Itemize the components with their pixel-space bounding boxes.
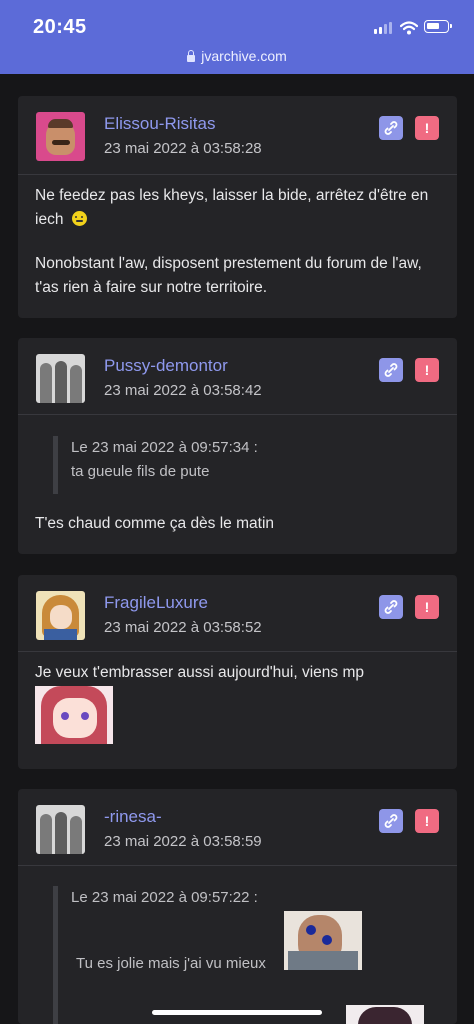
alert-icon: ! (424, 813, 430, 829)
post-body: T'es chaud comme ça dès le matin (35, 515, 275, 532)
quote-header: Le 23 mai 2022 à 09:57:34 : (71, 439, 258, 456)
permalink-button[interactable] (379, 595, 403, 619)
report-button[interactable]: ! (415, 809, 439, 833)
link-icon (384, 363, 398, 377)
report-button[interactable]: ! (415, 358, 439, 382)
permalink-button[interactable] (379, 116, 403, 140)
divider (18, 865, 457, 866)
author-name[interactable]: FragileLuxure (104, 593, 208, 613)
status-time: 20:45 (33, 16, 87, 38)
author-name[interactable]: Pussy-demontor (104, 356, 228, 376)
risitas-sticker-image[interactable] (284, 911, 362, 970)
avatar[interactable] (36, 112, 85, 161)
link-icon (384, 814, 398, 828)
message-paragraph: Ne feedez pas les kheys, laisser la bide… (35, 187, 429, 228)
link-icon (384, 121, 398, 135)
post-body: Je veux t'embrasser aussi aujourd'hui, v… (35, 664, 364, 681)
divider (18, 651, 457, 652)
divider (18, 414, 457, 415)
link-icon (384, 600, 398, 614)
post-body: Ne feedez pas les kheys, laisser la bide… (35, 184, 440, 232)
report-button[interactable]: ! (415, 116, 439, 140)
wifi-icon (400, 21, 418, 35)
post-date[interactable]: 23 mai 2022 à 03:58:59 (104, 833, 262, 850)
alert-icon: ! (424, 362, 430, 378)
alert-icon: ! (424, 120, 430, 136)
battery-icon (424, 20, 452, 33)
address-bar[interactable]: jvarchive.com (0, 48, 474, 64)
divider (18, 174, 457, 175)
post-date[interactable]: 23 mai 2022 à 03:58:52 (104, 619, 262, 636)
avatar[interactable] (36, 354, 85, 403)
post-date[interactable]: 23 mai 2022 à 03:58:42 (104, 382, 262, 399)
avatar[interactable] (36, 591, 85, 640)
quote-text: Tu es jolie mais j'ai vu mieux (76, 955, 266, 972)
post-card: Pussy-demontor 23 mai 2022 à 03:58:42 ! … (18, 338, 457, 554)
permalink-button[interactable] (379, 358, 403, 382)
post-card: -rinesa- 23 mai 2022 à 03:58:59 ! Le 23 … (18, 789, 457, 1024)
permalink-button[interactable] (379, 809, 403, 833)
url-text: jvarchive.com (201, 48, 287, 64)
author-name[interactable]: Elissou-Risitas (104, 114, 215, 134)
post-card: FragileLuxure 23 mai 2022 à 03:58:52 ! J… (18, 575, 457, 769)
home-indicator[interactable] (152, 1010, 322, 1015)
sticker-image[interactable] (346, 1005, 424, 1024)
post-card: Elissou-Risitas 23 mai 2022 à 03:58:28 !… (18, 96, 457, 318)
quote-block: Le 23 mai 2022 à 09:57:34 : ta gueule fi… (53, 436, 258, 494)
author-name[interactable]: -rinesa- (104, 807, 162, 827)
avatar[interactable] (36, 805, 85, 854)
post-date[interactable]: 23 mai 2022 à 03:58:28 (104, 140, 262, 157)
sticker-image[interactable] (35, 686, 113, 744)
quote-text: ta gueule fils de pute (71, 463, 210, 480)
alert-icon: ! (424, 599, 430, 615)
report-button[interactable]: ! (415, 595, 439, 619)
quote-header: Le 23 mai 2022 à 09:57:22 : (71, 889, 258, 906)
message-paragraph: Nonobstant l'aw, disposent prestement du… (35, 255, 422, 296)
status-bar: 20:45 jvarchive.com (0, 0, 474, 74)
smiley-icon (71, 211, 87, 226)
lock-icon (187, 50, 196, 62)
